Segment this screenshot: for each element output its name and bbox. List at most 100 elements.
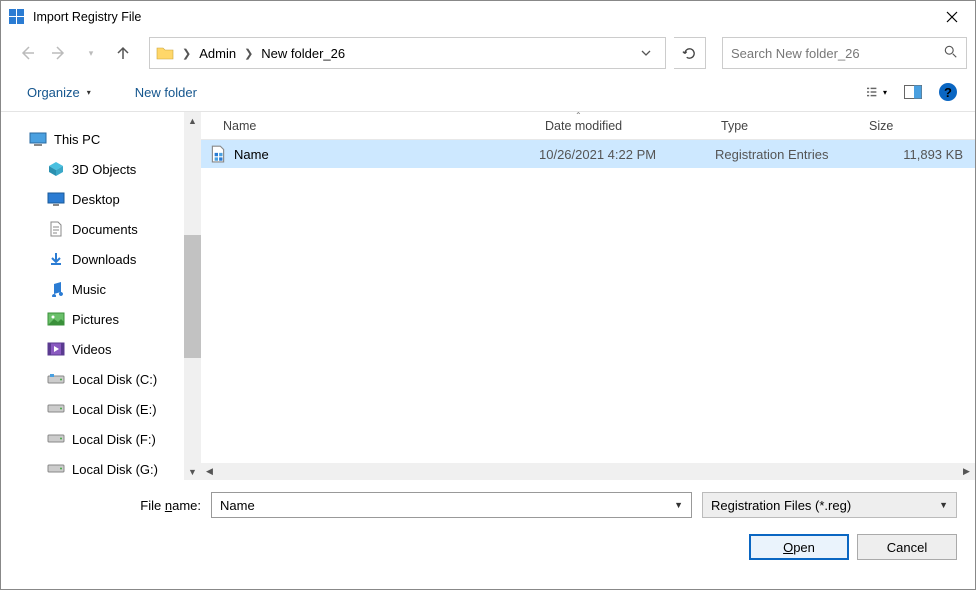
address-bar[interactable]: ❯ Admin ❯ New folder_26 — [149, 37, 666, 69]
col-name[interactable]: Name — [223, 119, 545, 133]
cancel-button[interactable]: Cancel — [857, 534, 957, 560]
tree-item-icon — [47, 280, 65, 298]
tree-item[interactable]: Local Disk (C:) — [1, 364, 201, 394]
tree-item[interactable]: Local Disk (F:) — [1, 424, 201, 454]
tree-label: This PC — [54, 132, 100, 147]
recent-dropdown[interactable]: ▾ — [79, 41, 103, 65]
arrow-up-icon — [115, 45, 131, 61]
col-type[interactable]: Type — [721, 119, 869, 133]
open-button[interactable]: Open — [749, 534, 849, 560]
tree-item-label: Local Disk (C:) — [72, 372, 157, 387]
col-size[interactable]: Size — [869, 119, 975, 133]
close-button[interactable] — [929, 1, 975, 33]
scroll-down-icon[interactable]: ▼ — [184, 463, 201, 480]
tree-item-icon — [47, 250, 65, 268]
chevron-down-icon[interactable]: ▼ — [674, 500, 683, 510]
tree-item-icon — [47, 400, 65, 418]
tree-this-pc[interactable]: This PC — [1, 124, 201, 154]
tree-item-label: Videos — [72, 342, 112, 357]
filename-value: Name — [220, 498, 255, 513]
tree-item[interactable]: Videos — [1, 334, 201, 364]
back-button[interactable] — [15, 41, 39, 65]
tree-item-label: Desktop — [72, 192, 120, 207]
tree-item[interactable]: Pictures — [1, 304, 201, 334]
file-name: Name — [234, 147, 539, 162]
scroll-up-icon[interactable]: ▲ — [184, 112, 201, 129]
view-options-button[interactable]: ▾ — [867, 82, 887, 102]
forward-button[interactable] — [47, 41, 71, 65]
pc-icon — [29, 130, 47, 148]
nav-bar: ▾ ❯ Admin ❯ New folder_26 — [1, 33, 975, 73]
tree-item-label: Music — [72, 282, 106, 297]
tree-item[interactable]: Music — [1, 274, 201, 304]
close-icon — [946, 11, 958, 23]
title-bar: Import Registry File — [1, 1, 975, 33]
column-headers: Name Date modified Type Size — [201, 112, 975, 140]
app-icon — [9, 9, 25, 25]
help-button[interactable]: ? — [939, 83, 957, 101]
tree-item-icon — [47, 220, 65, 238]
search-icon[interactable] — [944, 45, 958, 62]
preview-pane-icon — [904, 85, 922, 99]
scroll-right-icon[interactable]: ▶ — [958, 463, 975, 480]
breadcrumb-current[interactable]: New folder_26 — [255, 38, 351, 68]
organize-menu[interactable]: Organize — [19, 79, 99, 106]
filename-input[interactable]: Name ▼ — [211, 492, 692, 518]
refresh-button[interactable] — [674, 37, 706, 69]
arrow-left-icon — [19, 45, 35, 61]
view-list-icon — [867, 85, 880, 99]
window-title: Import Registry File — [33, 10, 141, 24]
tree-item-label: Downloads — [72, 252, 136, 267]
tree-item-icon — [47, 430, 65, 448]
tree-item[interactable]: Documents — [1, 214, 201, 244]
filetype-select[interactable]: Registration Files (*.reg) ▼ — [702, 492, 957, 518]
tree-item-label: Pictures — [72, 312, 119, 327]
search-box[interactable] — [722, 37, 967, 69]
toolbar: Organize New folder ▾ ? — [1, 73, 975, 111]
tree-item[interactable]: Desktop — [1, 184, 201, 214]
tree-item-label: Local Disk (G:) — [72, 462, 158, 477]
filename-label: File name: — [19, 498, 201, 513]
nav-tree: This PC 3D Objects Desktop Documents Downlo… — [1, 112, 201, 480]
tree-item[interactable]: Local Disk (E:) — [1, 394, 201, 424]
chevron-right-icon: ❯ — [180, 47, 193, 60]
refresh-icon — [682, 46, 697, 61]
tree-item-label: 3D Objects — [72, 162, 136, 177]
tree-item-icon — [47, 340, 65, 358]
tree-scrollbar[interactable]: ▲ ▼ — [184, 112, 201, 480]
chevron-down-icon — [641, 48, 651, 58]
tree-item-label: Local Disk (E:) — [72, 402, 157, 417]
horizontal-scrollbar[interactable]: ◀ ▶ — [201, 463, 975, 480]
file-row[interactable]: Name 10/26/2021 4:22 PM Registration Ent… — [201, 140, 975, 168]
tree-item[interactable]: 3D Objects — [1, 154, 201, 184]
main-area: This PC 3D Objects Desktop Documents Downlo… — [1, 111, 975, 480]
file-size: 11,893 KB — [863, 147, 975, 162]
tree-item-icon — [47, 160, 65, 178]
chevron-down-icon[interactable]: ▼ — [939, 500, 948, 510]
col-date[interactable]: Date modified — [545, 119, 721, 133]
reg-file-icon — [209, 145, 227, 163]
scroll-thumb[interactable] — [184, 235, 201, 358]
up-button[interactable] — [111, 41, 135, 65]
tree-item-label: Documents — [72, 222, 138, 237]
tree-item-label: Local Disk (F:) — [72, 432, 156, 447]
tree-item[interactable]: Downloads — [1, 244, 201, 274]
scroll-left-icon[interactable]: ◀ — [201, 463, 218, 480]
tree-item-icon — [47, 370, 65, 388]
file-type: Registration Entries — [715, 147, 863, 162]
tree-item-icon — [47, 310, 65, 328]
search-input[interactable] — [731, 46, 944, 61]
tree-item[interactable]: Local Disk (G:) — [1, 454, 201, 480]
new-folder-button[interactable]: New folder — [127, 79, 205, 106]
file-date: 10/26/2021 4:22 PM — [539, 147, 715, 162]
filetype-value: Registration Files (*.reg) — [711, 498, 851, 513]
address-dropdown[interactable] — [633, 46, 659, 61]
preview-pane-button[interactable] — [903, 82, 923, 102]
sort-indicator-icon: ⌃ — [575, 111, 582, 120]
tree-item-icon — [47, 190, 65, 208]
tree-item-icon — [47, 460, 65, 478]
chevron-right-icon: ❯ — [242, 47, 255, 60]
bottom-panel: File name: Name ▼ Registration Files (*.… — [1, 480, 975, 568]
arrow-right-icon — [51, 45, 67, 61]
breadcrumb-admin[interactable]: Admin — [193, 38, 242, 68]
